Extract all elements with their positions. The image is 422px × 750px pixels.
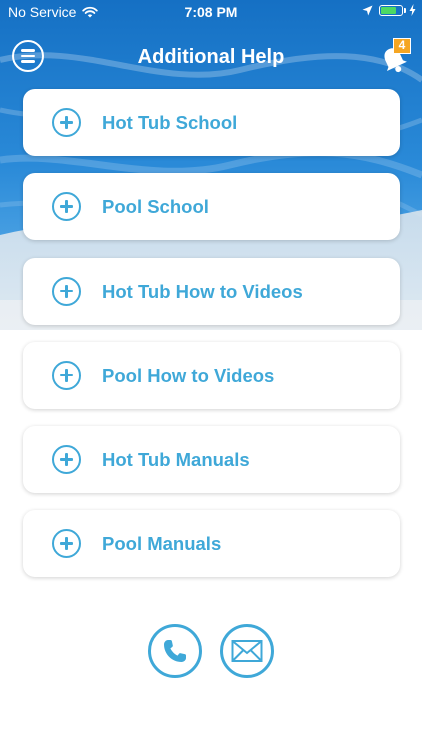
menu-item-label: Pool How to Videos <box>102 364 275 386</box>
status-right <box>362 4 416 16</box>
status-bar: No Service 7:08 PM <box>0 0 422 24</box>
menu-item-pool-videos[interactable]: Pool How to Videos <box>23 341 400 409</box>
status-time: 7:08 PM <box>184 4 238 20</box>
help-menu-list: Hot Tub School Pool School Hot Tub How t… <box>23 89 400 595</box>
battery-icon <box>379 4 406 16</box>
battery-nub <box>404 7 406 13</box>
menu-item-label: Hot Tub School <box>102 112 238 133</box>
menu-item-pool-manuals[interactable]: Pool Manuals <box>23 510 400 578</box>
page-title: Additional Help <box>137 46 285 68</box>
battery-fill <box>381 6 396 14</box>
menu-item-hot-tub-manuals[interactable]: Hot Tub Manuals <box>23 426 400 494</box>
header: Additional Help 4 <box>0 30 422 86</box>
menu-item-label: Pool Manuals <box>102 533 222 555</box>
plus-circle-icon <box>52 192 81 222</box>
menu-item-pool-school[interactable]: Pool School <box>23 173 400 241</box>
envelope-icon <box>231 640 263 662</box>
menu-item-label: Pool School <box>102 196 209 218</box>
plus-circle-icon <box>52 360 81 390</box>
location-arrow-icon <box>362 5 373 15</box>
notification-button[interactable]: 4 <box>376 38 416 78</box>
menu-item-hot-tub-school[interactable]: Hot Tub School <box>23 89 400 156</box>
charging-bolt-icon <box>409 4 416 16</box>
plus-circle-icon <box>52 108 81 137</box>
plus-circle-icon <box>52 276 81 306</box>
contact-row <box>0 624 422 680</box>
menu-item-hot-tub-videos[interactable]: Hot Tub How to Videos <box>23 257 400 325</box>
menu-item-label: Hot Tub Manuals <box>102 449 250 471</box>
menu-item-label: Hot Tub How to Videos <box>102 280 303 302</box>
email-button[interactable] <box>220 624 274 678</box>
notification-badge: 4 <box>393 38 411 54</box>
plus-circle-icon <box>52 445 81 475</box>
phone-icon <box>164 640 186 662</box>
call-button[interactable] <box>148 624 202 678</box>
plus-circle-icon <box>52 529 81 559</box>
